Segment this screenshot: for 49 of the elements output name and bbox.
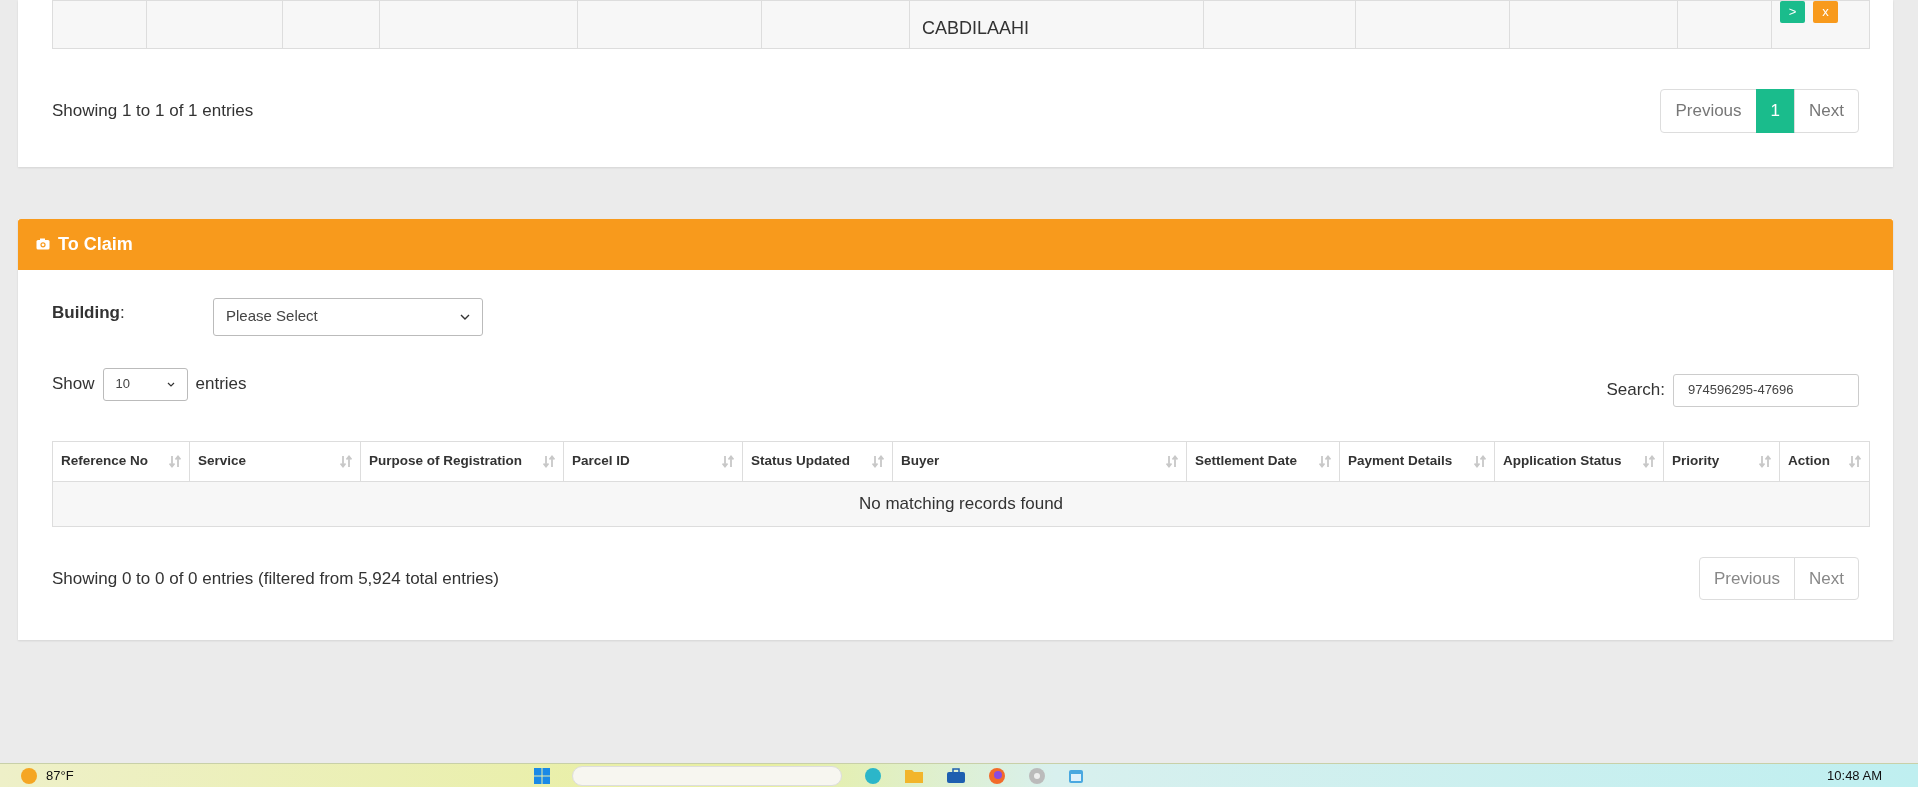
building-select[interactable]: Please Select <box>213 297 483 336</box>
chevron-down-icon <box>460 313 470 320</box>
building-label: Building: <box>52 301 126 324</box>
sort-icon[interactable] <box>543 454 555 468</box>
sort-icon[interactable] <box>872 454 884 468</box>
column-header[interactable]: Settlement Date <box>1186 441 1340 481</box>
disc-icon[interactable] <box>1027 766 1046 785</box>
sort-icon[interactable] <box>1319 454 1331 468</box>
panel-title: To Claim <box>58 232 133 256</box>
show-label: Show <box>52 373 95 396</box>
table-info-text: Showing 1 to 1 of 1 entries <box>52 100 254 122</box>
column-header[interactable]: Buyer <box>892 441 1187 481</box>
column-header[interactable]: Application Status <box>1494 441 1664 481</box>
sort-icon[interactable] <box>1643 454 1655 468</box>
sort-icon[interactable] <box>1849 454 1861 468</box>
chevron-down-icon <box>166 381 175 387</box>
taskbar-search-field[interactable] <box>571 765 842 786</box>
calendar-icon[interactable] <box>1067 767 1084 784</box>
sort-icon[interactable] <box>1759 454 1771 468</box>
column-header[interactable]: Purpose of Registration <box>360 441 564 481</box>
entries-select[interactable]: 10 <box>102 367 188 401</box>
sort-icon[interactable] <box>1474 454 1486 468</box>
camera-icon <box>36 238 50 250</box>
sort-icon[interactable] <box>1166 454 1178 468</box>
column-header[interactable]: Status Updated <box>742 441 893 481</box>
column-header[interactable]: Parcel ID <box>563 441 743 481</box>
sort-icon[interactable] <box>722 454 734 468</box>
windows-start-icon[interactable] <box>533 767 550 784</box>
weather-sun-icon <box>20 766 38 785</box>
search-label: Search: <box>1606 379 1665 402</box>
table-cell: CABDILAAHI <box>922 18 1030 38</box>
column-header[interactable]: Reference No <box>52 441 190 481</box>
briefcase-icon[interactable] <box>945 767 966 784</box>
search-field[interactable]: 974596295-47696 <box>1673 373 1859 407</box>
weather-temperature: 87°F <box>46 766 74 785</box>
empty-message: No matching records found <box>52 481 1870 526</box>
folder-icon[interactable] <box>903 767 924 784</box>
column-header[interactable]: Action <box>1779 441 1870 481</box>
column-header[interactable]: Payment Details <box>1339 441 1495 481</box>
table-info-text: Showing 0 to 0 of 0 entries (filtered from 5,924 total entries) <box>52 567 499 590</box>
pagination-link[interactable]: Next <box>1794 89 1859 133</box>
column-header[interactable]: Priority <box>1663 441 1780 481</box>
sort-icon[interactable] <box>340 454 352 468</box>
sort-icon[interactable] <box>169 454 181 468</box>
clock-time: 10:48 AM <box>1827 766 1882 785</box>
entries-label: entries <box>195 373 247 396</box>
browser-icon[interactable] <box>987 766 1006 785</box>
column-header[interactable]: Service <box>189 441 361 481</box>
globe-icon[interactable] <box>863 766 882 785</box>
